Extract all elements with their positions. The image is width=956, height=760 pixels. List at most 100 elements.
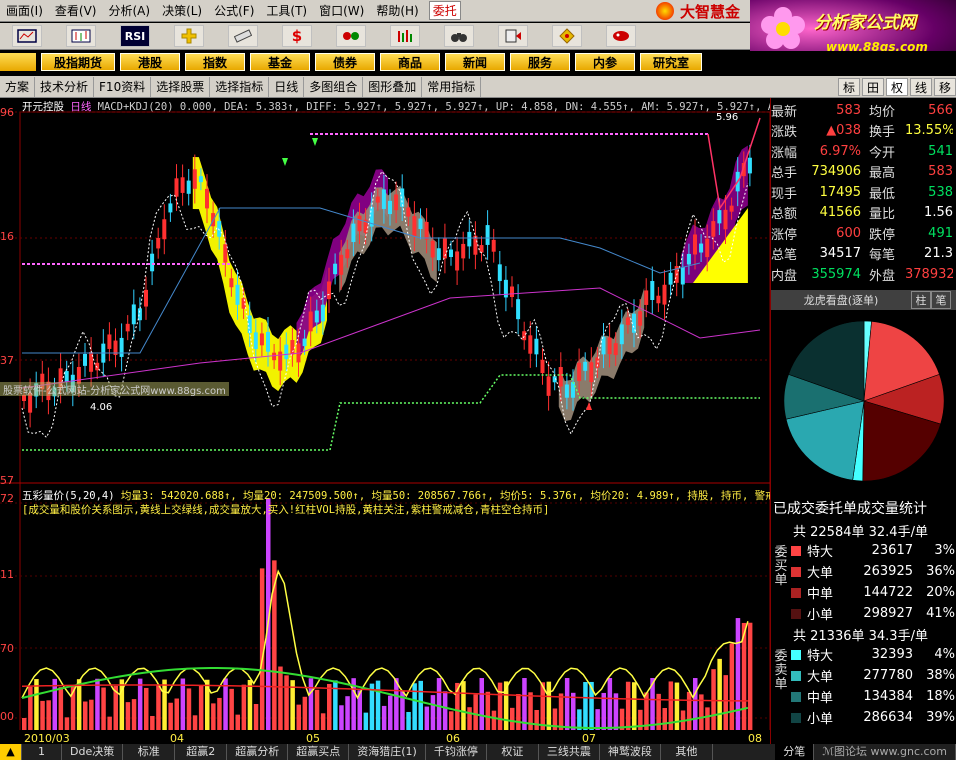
order-label: 大单: [807, 566, 834, 581]
vol-title: 五彩量价(5,20,4): [22, 490, 115, 502]
bottom-tab[interactable]: 资海猎庄(1): [349, 744, 426, 760]
subbar-item[interactable]: 选择股票: [151, 76, 211, 97]
candle-body: [650, 281, 655, 300]
bottom-tab[interactable]: 超赢分析: [227, 744, 289, 760]
volume-bar: [632, 682, 637, 738]
quick-8[interactable]: 内参: [575, 53, 636, 71]
candle-body: [467, 231, 472, 247]
diamond-icon[interactable]: [552, 25, 582, 47]
paint-icon[interactable]: [606, 25, 636, 47]
order-row: 特大 23617 3%: [771, 540, 956, 561]
volume-bar: [747, 622, 753, 738]
kline-icon[interactable]: [66, 25, 96, 47]
view-tab[interactable]: 移: [934, 77, 956, 96]
quote-row: 总额 41566 量比 1.56: [771, 203, 956, 224]
vol-axis-label: 70: [0, 642, 14, 655]
bottom-tab[interactable]: 1: [22, 744, 62, 760]
subbar-item[interactable]: 选择指标: [210, 76, 270, 97]
candle-body: [577, 362, 582, 382]
binoculars-icon[interactable]: [444, 25, 474, 47]
lhb-header[interactable]: 龙虎看盘(逐单) 柱 笔: [771, 290, 956, 310]
bars-icon[interactable]: [390, 25, 420, 47]
candle-body: [308, 311, 313, 332]
quote-row: 现手 17495 最低 538: [771, 182, 956, 203]
stock-name: 开元控股: [22, 101, 64, 113]
bottom-tab[interactable]: 权证: [487, 744, 539, 760]
subbar-item[interactable]: 图形叠加: [363, 76, 423, 97]
candle-body: [168, 203, 173, 213]
quick-1[interactable]: 港股: [120, 53, 181, 71]
order-total: 共 22584单 32.4手/单: [793, 524, 928, 540]
brand: 大智慧金: [656, 0, 740, 22]
kline-chart[interactable]: 96 16 37 57 72 11 70 00 5.96 4.06 2010/03 04 05 06 07 0…: [0, 98, 770, 744]
bottom-tab[interactable]: 超赢2: [175, 744, 228, 760]
volume-bar: [522, 678, 527, 738]
menu-item[interactable]: 工具(T): [260, 2, 313, 19]
bottom-tab[interactable]: 超赢买点: [288, 744, 350, 760]
menu-item[interactable]: 决策(L): [156, 2, 208, 19]
lhb-tab-tick[interactable]: 笔: [931, 291, 951, 309]
bottom-tab[interactable]: 三线共震: [539, 744, 600, 760]
volume-bar: [284, 675, 289, 738]
exit-icon[interactable]: [498, 25, 528, 47]
quick-7[interactable]: 服务: [510, 53, 571, 71]
dollar-icon[interactable]: $: [282, 25, 312, 47]
candle-body: [266, 331, 270, 352]
quick-4[interactable]: 债券: [315, 53, 376, 71]
subbar-item[interactable]: 多图组合: [304, 76, 364, 97]
menu-item[interactable]: 公式(F): [208, 2, 260, 19]
subbar-item[interactable]: 方案: [0, 76, 36, 97]
gear-chart-icon[interactable]: [336, 25, 366, 47]
order-side-label: 委买单: [774, 545, 788, 588]
bottom-tab[interactable]: 千钧涨停: [426, 744, 487, 760]
ad-title: 分析家公式网: [814, 13, 916, 33]
order-value: 32393: [871, 647, 913, 662]
quick-2[interactable]: 指数: [185, 53, 246, 71]
candle-body: [656, 295, 661, 304]
menu-item[interactable]: 帮助(H): [370, 2, 424, 19]
lhb-tab-bar[interactable]: 柱: [911, 291, 931, 309]
volume-bar: [711, 669, 716, 738]
subbar-item[interactable]: 常用指标: [422, 76, 482, 97]
menu-item[interactable]: 分析(A): [102, 2, 156, 19]
quote-label: 涨幅: [771, 145, 798, 161]
menu-item[interactable]: 画面(I): [0, 2, 49, 19]
candle-body: [613, 343, 618, 356]
quick-6[interactable]: 新闻: [445, 53, 506, 71]
view-tab[interactable]: 田: [862, 77, 884, 96]
candle-body: [381, 189, 386, 209]
menu-item[interactable]: 查看(V): [49, 2, 103, 19]
view-tab[interactable]: 标: [838, 77, 860, 96]
candle-body: [607, 337, 612, 355]
rsi-button[interactable]: RSI: [120, 25, 150, 47]
volume-bar: [693, 678, 698, 738]
quick-5[interactable]: 商品: [380, 53, 441, 71]
quick-9[interactable]: 研究室: [640, 53, 703, 71]
candle-body: [680, 266, 685, 285]
quick-0[interactable]: 股指期货: [41, 53, 116, 71]
entrust-button[interactable]: 委托: [428, 1, 461, 20]
scroll-left-icon[interactable]: ▲: [0, 744, 22, 760]
menu-item[interactable]: 窗口(W): [313, 2, 370, 19]
bottom-tab[interactable]: Dde决策: [62, 744, 124, 760]
candle-body: [150, 253, 155, 272]
candle-body: [162, 219, 167, 240]
quote-label: 每笔: [869, 248, 896, 264]
ruler-icon[interactable]: [228, 25, 258, 47]
subbar-item[interactable]: F10资料: [94, 76, 152, 97]
bottom-tab-fenbi[interactable]: 分笔: [775, 744, 815, 760]
candle-body: [510, 286, 514, 298]
bottom-tab[interactable]: 其他: [661, 744, 713, 760]
bottom-tab[interactable]: 神鹫波段: [600, 744, 661, 760]
view-tab[interactable]: 线: [910, 77, 932, 96]
screen-icon[interactable]: [12, 25, 42, 47]
candle-body: [192, 169, 197, 189]
cross-icon[interactable]: [174, 25, 204, 47]
order-pct: 39%: [926, 710, 955, 725]
subbar-item[interactable]: 日线: [269, 76, 305, 97]
quick-3[interactable]: 基金: [250, 53, 311, 71]
candle-body: [424, 221, 429, 240]
view-tab[interactable]: 权: [886, 77, 908, 96]
bottom-tab[interactable]: 标准: [123, 744, 176, 760]
subbar-item[interactable]: 技术分析: [35, 76, 95, 97]
